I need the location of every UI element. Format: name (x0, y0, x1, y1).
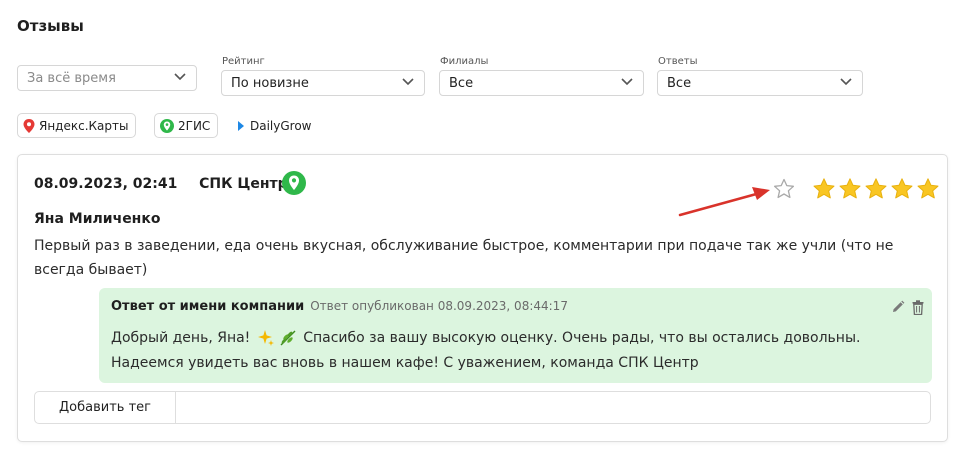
rating-star-icon (891, 178, 913, 199)
reply-greeting: Добрый день, Яна! (111, 330, 251, 346)
answers-filter-label: Ответы (658, 56, 698, 67)
page-title: Отзывы (17, 17, 84, 35)
source-chip-2gis[interactable]: 2ГИС (154, 113, 219, 138)
review-datetime: 08.09.2023, 02:41 (34, 176, 178, 192)
period-select-value: За всё время (27, 70, 116, 86)
rating-filter-label: Рейтинг (222, 56, 265, 67)
2gis-icon (160, 118, 174, 133)
reply-published: Ответ опубликован 08.09.2023, 08:44:17 (310, 299, 568, 313)
rating-select[interactable]: По новизне (221, 70, 425, 96)
add-tag-button[interactable]: Добавить тег (35, 392, 176, 423)
chevron-down-icon (402, 78, 414, 86)
chevron-down-icon (174, 73, 186, 81)
branches-select[interactable]: Все (439, 70, 644, 96)
review-card: 08.09.2023, 02:41 СПК Центр Яна Миличенк… (17, 154, 948, 442)
period-select[interactable]: За всё время (17, 65, 197, 91)
branches-select-value: Все (449, 75, 474, 91)
chevron-right-icon (238, 120, 244, 131)
reply-header: Ответ от имени компании Ответ опубликован… (111, 299, 568, 314)
trash-icon[interactable] (912, 300, 924, 315)
review-author: Яна Миличенко (34, 211, 161, 227)
reply-actions (891, 300, 924, 315)
herb-icon (280, 330, 296, 346)
chevron-down-icon (621, 78, 633, 86)
source-chip-yandex[interactable]: Яндекс.Карты (17, 113, 137, 138)
rating-stars (812, 177, 940, 201)
rating-star-icon (917, 178, 939, 199)
map-pin-icon (23, 118, 35, 133)
rating-select-value: По новизне (231, 75, 309, 91)
tag-bar: Добавить тег (34, 391, 931, 424)
branches-filter-label: Филиалы (440, 56, 489, 67)
review-text: Первый раз в заведении, еда очень вкусна… (34, 238, 894, 278)
favorite-star-icon[interactable] (772, 177, 796, 201)
source-chip-dailygrow[interactable]: DailyGrow (236, 113, 319, 138)
source-chip-label: DailyGrow (250, 118, 312, 133)
chevron-down-icon (840, 78, 852, 86)
arrow-annotation (678, 187, 770, 217)
reply-title: Ответ от имени компании (111, 299, 305, 314)
edit-icon[interactable] (891, 300, 905, 314)
rating-star-icon (813, 178, 835, 199)
answers-select[interactable]: Все (657, 70, 863, 96)
rating-star-icon (839, 178, 861, 199)
source-chip-label: 2ГИС (178, 118, 211, 133)
review-header: 08.09.2023, 02:41 СПК Центр (34, 176, 288, 192)
company-reply: Ответ от имени компании Ответ опубликован… (99, 288, 932, 383)
review-branch: СПК Центр (199, 176, 288, 192)
2gis-icon (282, 171, 306, 199)
source-chip-label: Яндекс.Карты (39, 118, 129, 133)
sparkles-icon (257, 330, 274, 346)
answers-select-value: Все (667, 75, 692, 91)
reply-text: Добрый день, Яна! Спасибо за вашу высоку… (111, 326, 926, 376)
rating-star-icon (865, 178, 887, 199)
